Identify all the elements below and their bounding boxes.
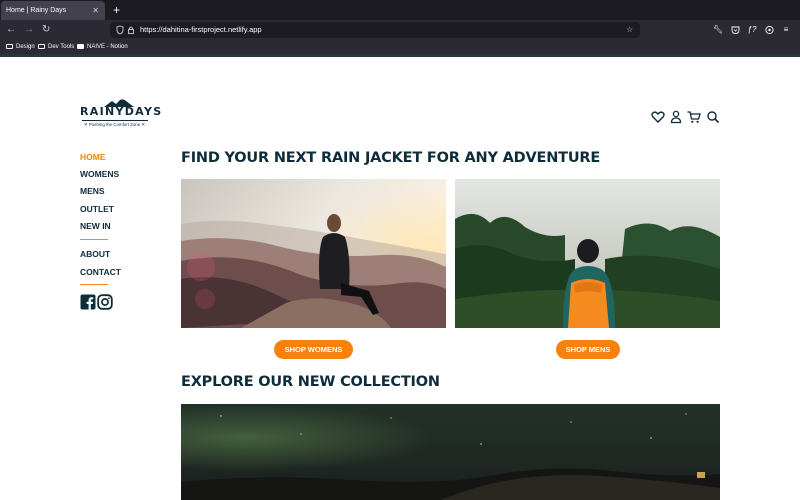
shop-mens-button[interactable]: SHOP MENS <box>556 340 620 359</box>
nav-about[interactable]: ABOUT <box>80 249 110 259</box>
heart-icon[interactable] <box>651 108 667 126</box>
nav-divider <box>80 239 108 240</box>
site-logo[interactable]: RAINYDAYS ✕ Pushing the Comfort Zone ✕ <box>80 98 161 132</box>
page-heading: FIND YOUR NEXT RAIN JACKET FOR ANY ADVEN… <box>181 150 601 166</box>
cart-icon[interactable] <box>687 108 703 126</box>
folder-icon <box>6 44 13 49</box>
menu-icon[interactable]: ≡ <box>779 20 793 40</box>
function-icon[interactable]: ƒ? <box>745 20 759 40</box>
bookmark-notion[interactable]: NAIVE - Notion <box>77 40 128 54</box>
shop-womens-button[interactable]: SHOP WOMENS <box>274 340 353 359</box>
bookmark-star-icon[interactable]: ☆ <box>626 22 633 38</box>
user-icon[interactable] <box>669 108 685 126</box>
url-text: https://dahitina-firstproject.netlify.ap… <box>140 25 262 34</box>
bookmark-dev-tools[interactable]: Dev Tools <box>38 40 74 54</box>
notion-icon <box>77 44 84 49</box>
browser-tab-bar: Home | Rainy Days ✕ + <box>0 0 800 20</box>
logo-rule <box>82 120 148 121</box>
address-bar[interactable]: https://dahitina-firstproject.netlify.ap… <box>110 22 640 38</box>
wrench-icon[interactable]: 🔧︎ <box>711 20 725 40</box>
nav-divider <box>80 284 108 285</box>
toolbar-divider <box>0 54 800 57</box>
browser-toolbar: ← → ↻ https://dahitina-firstproject.netl… <box>0 20 800 40</box>
hero-image-men[interactable] <box>455 179 720 328</box>
reload-icon[interactable]: ↻ <box>42 20 50 40</box>
collection-image[interactable] <box>181 404 720 500</box>
nav-contact[interactable]: CONTACT <box>80 267 121 277</box>
browser-tab[interactable]: Home | Rainy Days ✕ <box>1 1 105 20</box>
nav-mens[interactable]: MENS <box>80 186 105 196</box>
instagram-icon[interactable] <box>97 294 113 310</box>
hero-image-women[interactable] <box>181 179 446 328</box>
logo-text: RAINYDAYS <box>80 105 163 118</box>
nav-home[interactable]: HOME <box>80 152 106 162</box>
extension-icon[interactable] <box>762 20 776 40</box>
close-icon[interactable]: ✕ <box>92 1 99 20</box>
nav-new-in[interactable]: NEW IN <box>80 221 111 231</box>
forward-icon[interactable]: → <box>24 20 34 40</box>
tab-title: Home | Rainy Days <box>6 7 67 14</box>
collection-heading: EXPLORE OUR NEW COLLECTION <box>181 374 440 390</box>
back-icon[interactable]: ← <box>6 20 16 40</box>
nav-womens[interactable]: WOMENS <box>80 169 119 179</box>
facebook-icon[interactable] <box>80 294 96 310</box>
nav-outlet[interactable]: OUTLET <box>80 204 114 214</box>
search-icon[interactable] <box>706 108 722 126</box>
bookmark-design[interactable]: Design <box>6 40 35 54</box>
bookmarks-bar: Design Dev Tools NAIVE - Notion <box>0 40 800 54</box>
new-tab-icon[interactable]: + <box>113 2 120 18</box>
logo-tagline: ✕ Pushing the Comfort Zone ✕ <box>84 122 146 127</box>
folder-icon <box>38 44 45 49</box>
pocket-icon[interactable] <box>728 20 742 40</box>
